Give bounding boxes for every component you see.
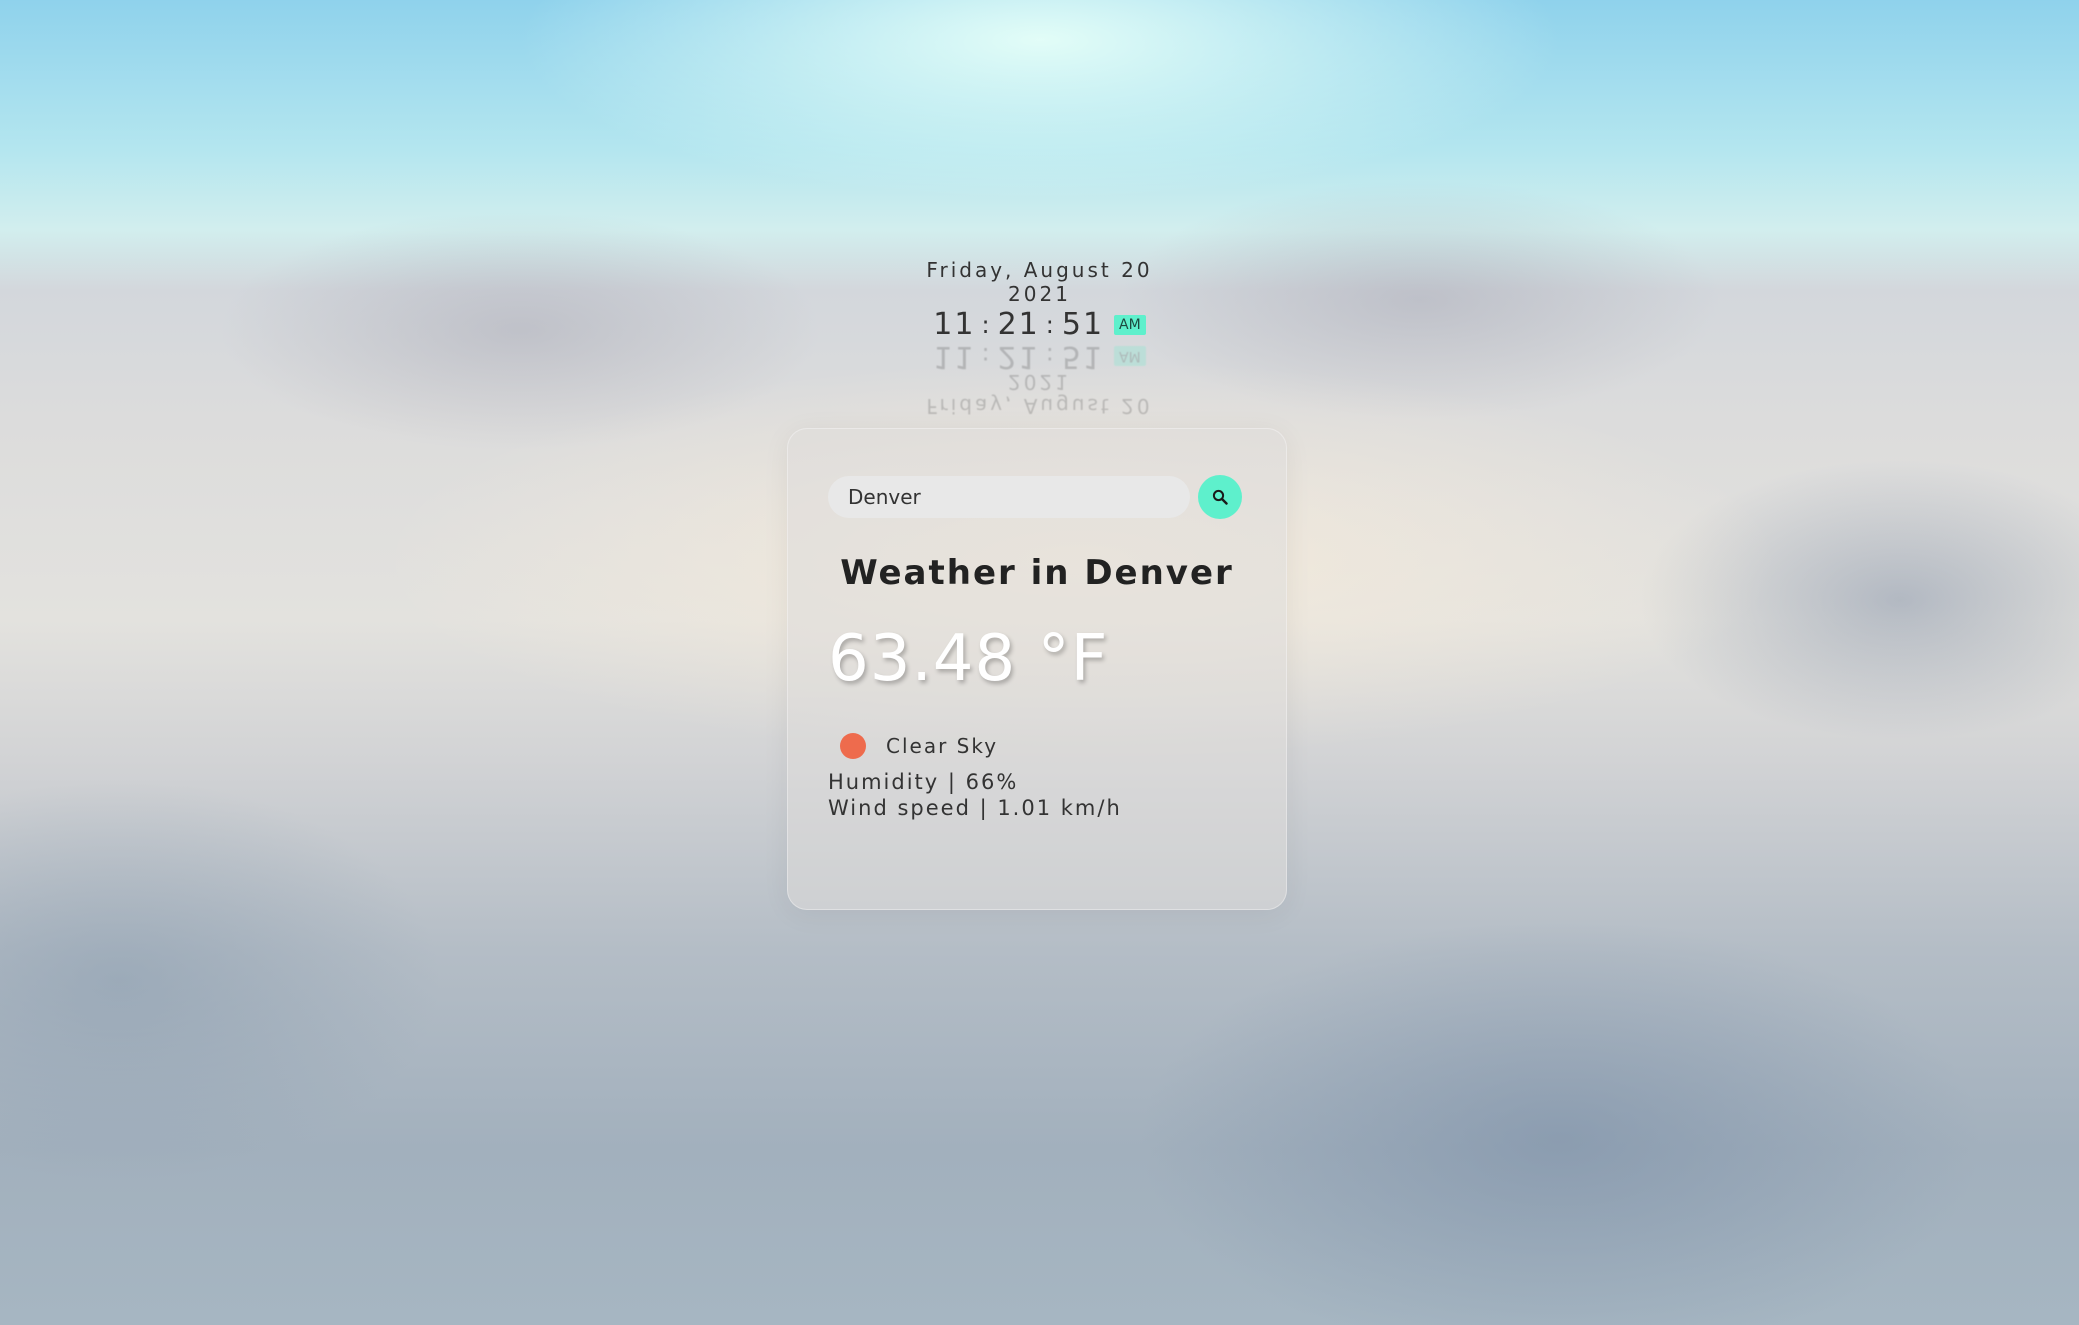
wind-speed: Wind speed | 1.01 km/h: [828, 796, 1122, 820]
date-line: Friday, August 20: [926, 258, 1153, 282]
search-icon: [1212, 489, 1228, 505]
reflection-seconds: 51: [1061, 339, 1105, 374]
clock-reflection: Friday, August 20 2021 11 : 21 : 51 AM: [0, 339, 2079, 418]
reflection-hours: 11: [933, 339, 976, 374]
reflection-ampm-badge: AM: [1114, 346, 1146, 366]
condition-text: Clear Sky: [886, 734, 999, 758]
reflection-separator: :: [1045, 342, 1056, 370]
year-line: 2021: [1008, 282, 1071, 306]
clock: Friday, August 20 2021 11 : 21 : 51 AM: [0, 258, 2079, 344]
reflection-date-line: Friday, August 20: [926, 394, 1153, 418]
reflection-separator: :: [981, 342, 992, 370]
reflection-minutes: 21: [997, 339, 1040, 374]
search-input[interactable]: [828, 476, 1190, 518]
temperature: 63.48 °F: [828, 622, 1109, 696]
weather-card: Weather in Denver 63.48 °F Clear Sky Hum…: [787, 428, 1287, 910]
humidity: Humidity | 66%: [828, 770, 1019, 794]
search-bar: [828, 475, 1246, 519]
weather-title: Weather in Denver: [840, 553, 1234, 593]
condition-row: Clear Sky: [828, 733, 1246, 759]
sun-icon: [840, 733, 866, 759]
clock-separator: :: [1045, 311, 1056, 339]
search-button[interactable]: [1198, 475, 1242, 519]
clock-separator: :: [981, 311, 992, 339]
ampm-badge: AM: [1114, 315, 1146, 335]
reflection-clock-time: 11 : 21 : 51 AM: [933, 339, 1146, 374]
